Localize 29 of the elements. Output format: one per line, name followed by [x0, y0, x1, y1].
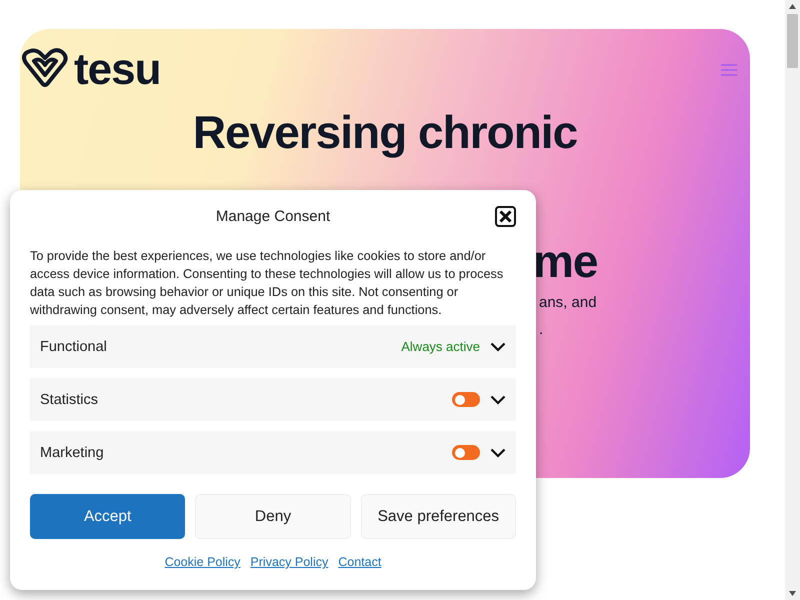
policy-link[interactable]: Privacy Policy: [250, 555, 328, 569]
scrollbar-thumb[interactable]: [787, 14, 798, 68]
policy-link[interactable]: Contact: [338, 555, 382, 569]
chevron-icon[interactable]: [490, 394, 506, 404]
accept-button[interactable]: Accept: [30, 494, 186, 539]
scroll-up-icon[interactable]: [789, 4, 796, 9]
consent-category[interactable]: Statistics: [30, 378, 516, 421]
close-icon[interactable]: [495, 206, 516, 227]
dialog-title: Manage Consent: [216, 208, 330, 224]
consent-category[interactable]: Functional Always active: [30, 325, 516, 368]
chevron-icon[interactable]: [490, 342, 506, 352]
hero-heading: Reversing chronic: [192, 105, 578, 160]
toggle-switch[interactable]: [452, 392, 480, 407]
policy-link[interactable]: Cookie Policy: [164, 555, 240, 569]
category-name: Marketing: [40, 444, 105, 460]
hero-text: .: [539, 320, 544, 340]
category-name: Functional: [40, 338, 108, 354]
hero-text: ans, and: [539, 293, 597, 313]
chevron-icon[interactable]: [490, 448, 506, 458]
category-name: Statistics: [40, 392, 100, 408]
hero-heading: me: [533, 234, 598, 289]
consent-description: To provide the best experiences, we use technologies like cookies to store and/or access device information. Consenting to these technologies will allow us to process data such as browsing behavior or unique IDs on this site. Not consenting or withdrawing consent, may adversely affect certain features and functions.: [30, 248, 504, 319]
status-label: Always active: [401, 339, 480, 354]
consent-button[interactable]: Save preferences: [360, 494, 516, 539]
logo-text: tesu: [74, 47, 160, 93]
consent-category[interactable]: Marketing: [30, 431, 516, 474]
consent-button[interactable]: Deny: [195, 494, 351, 539]
scroll-down-icon[interactable]: [789, 591, 796, 596]
toggle-switch[interactable]: [452, 445, 480, 460]
